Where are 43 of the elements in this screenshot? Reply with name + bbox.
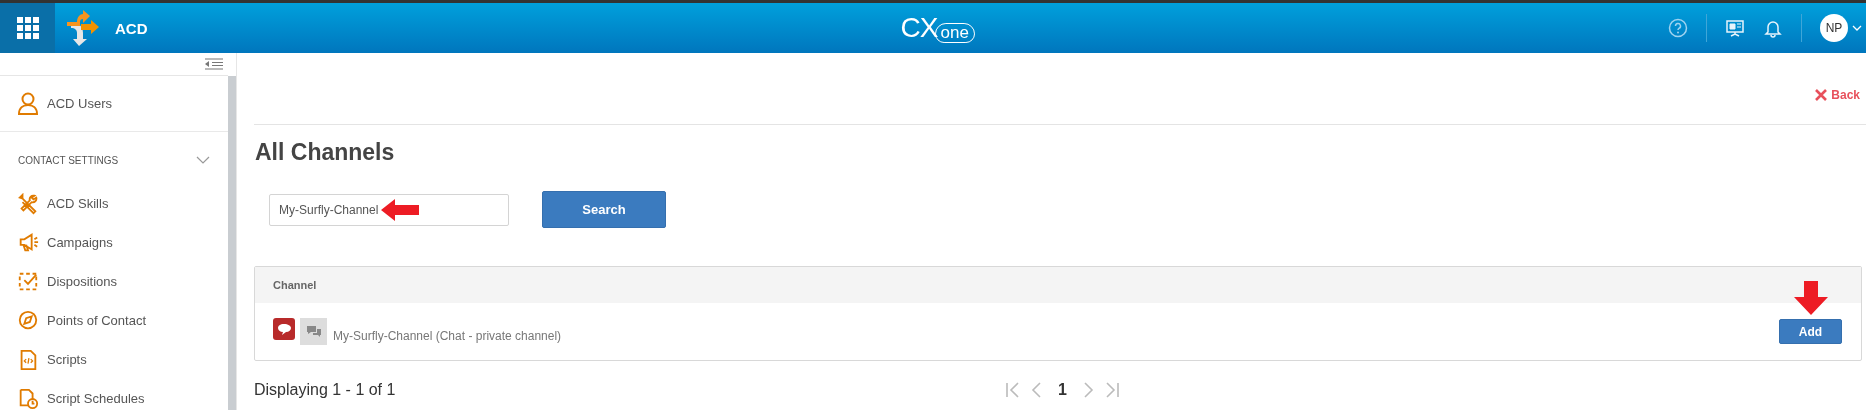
user-avatar[interactable]: NP (1820, 14, 1848, 42)
file-clock-icon (17, 387, 39, 410)
page-title: All Channels (255, 139, 396, 166)
scrollbar[interactable] (228, 76, 236, 410)
megaphone-icon (17, 231, 39, 254)
sidebar-item[interactable]: Points of Contact (0, 301, 228, 340)
pointer-arrow-icon (381, 198, 419, 221)
search-field[interactable]: My-Surfly-Channel (269, 193, 509, 226)
wrench-icon (17, 192, 39, 215)
dashed-checkbox-icon (17, 270, 39, 293)
last-page-icon[interactable] (1104, 382, 1119, 398)
add-button[interactable]: Add (1779, 319, 1842, 344)
results-count: Displaying 1 - 1 of 1 (254, 381, 397, 399)
user-icon (17, 91, 39, 116)
close-icon (1815, 88, 1828, 101)
presentation-board-icon[interactable] (1725, 18, 1745, 38)
table-cell: My-Surfly-Channel (Chat - private channel) (333, 328, 562, 343)
sidebar-item[interactable]: Dispositions (0, 262, 228, 301)
sidebar-item[interactable]: ACD Users (0, 76, 228, 131)
search-button[interactable]: Search (542, 191, 666, 228)
chat-bubbles-icon (305, 324, 322, 339)
compass-icon (17, 309, 39, 332)
app-name: ACD (115, 19, 148, 37)
back-link[interactable]: Back (1815, 87, 1866, 102)
collapse-menu-icon[interactable] (205, 58, 223, 70)
chevron-down-icon[interactable] (1852, 25, 1862, 31)
grid-icon (16, 17, 39, 39)
product-logo: CXone (900, 13, 975, 43)
column-header: Channel (273, 279, 317, 291)
section-header[interactable]: CONTACT SETTINGS (0, 132, 228, 184)
page-number[interactable]: 1 (1054, 381, 1071, 399)
notification-bell-icon[interactable] (1763, 18, 1783, 38)
sidebar-item[interactable]: Scripts (0, 340, 228, 379)
pointer-arrow-icon (1794, 281, 1828, 315)
sidebar-item[interactable]: Campaigns (0, 223, 228, 262)
sidebar-item[interactable]: Script Schedules (0, 379, 228, 410)
app-launcher-button[interactable] (0, 3, 55, 53)
help-icon[interactable] (1668, 18, 1688, 38)
sidebar-item[interactable]: ACD Skills (0, 184, 228, 223)
first-page-icon[interactable] (1006, 382, 1020, 398)
chat-badge-icon (273, 317, 295, 340)
arrows-logo-icon (65, 8, 101, 48)
previous-page-icon[interactable] (1030, 382, 1044, 398)
